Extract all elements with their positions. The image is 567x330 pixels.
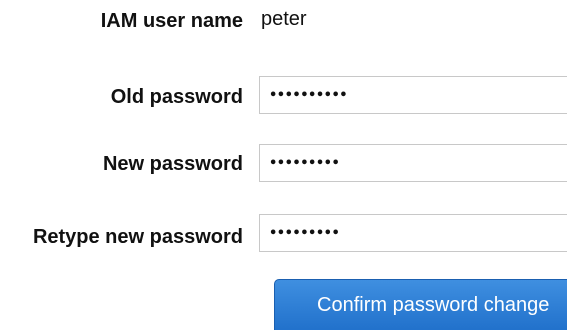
change-password-form: IAM user name peter Old password •••••••… (0, 0, 567, 330)
retype-password-label: Retype new password (32, 226, 243, 248)
username-label: IAM user name (100, 10, 243, 32)
confirm-password-change-button[interactable]: Confirm password change (274, 279, 567, 330)
retype-password-field[interactable]: ••••••••• (259, 214, 567, 252)
new-password-field[interactable]: ••••••••• (259, 144, 567, 182)
old-password-masked-value: •••••••••• (269, 87, 348, 103)
new-password-label: New password (102, 153, 243, 175)
old-password-label: Old password (110, 86, 243, 108)
username-value: peter (261, 8, 307, 30)
retype-password-masked-value: ••••••••• (269, 225, 340, 241)
confirm-password-change-label: Confirm password change (317, 294, 550, 316)
new-password-masked-value: ••••••••• (269, 155, 340, 171)
old-password-field[interactable]: •••••••••• (259, 76, 567, 114)
